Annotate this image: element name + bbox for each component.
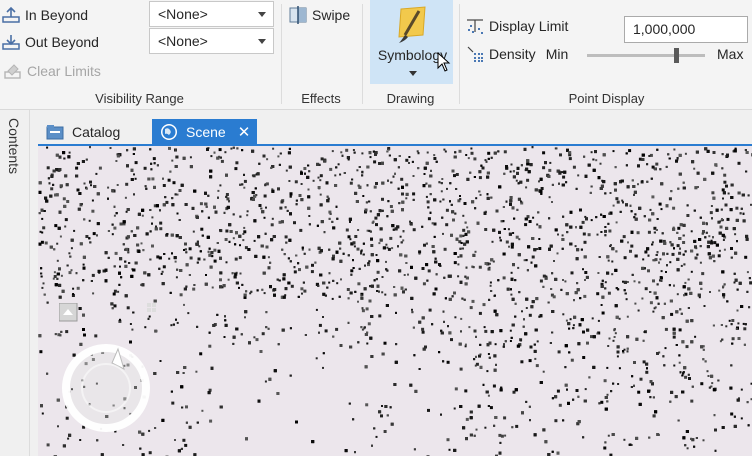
- display-limit-label-row: Display Limit: [466, 14, 568, 38]
- chevron-down-icon: [258, 39, 266, 44]
- contents-label[interactable]: Contents: [6, 118, 22, 174]
- navigator-toggle-icon[interactable]: [58, 302, 157, 330]
- ribbon: In Beyond Out Beyond Clear Limits <None>…: [0, 0, 752, 110]
- density-min-label: Min: [545, 46, 569, 62]
- in-beyond-button[interactable]: In Beyond: [2, 3, 88, 27]
- visibility-range-group-label: Visibility Range: [95, 91, 184, 106]
- navigator-icon[interactable]: [60, 343, 156, 442]
- mouse-cursor-icon: [437, 51, 451, 75]
- swipe-button[interactable]: Swipe: [289, 3, 350, 27]
- density-slider[interactable]: [587, 54, 705, 57]
- tab-scene[interactable]: Scene ✕: [152, 119, 257, 144]
- close-icon[interactable]: ✕: [238, 123, 251, 141]
- clear-limits-icon: [4, 62, 22, 80]
- density-slider-thumb[interactable]: [673, 48, 679, 63]
- drawing-group-label: Drawing: [386, 91, 435, 106]
- clear-limits-label: Clear Limits: [27, 63, 101, 79]
- display-limit-input[interactable]: 1,000,000: [624, 16, 748, 43]
- swipe-icon: [289, 6, 307, 24]
- point-display-group-label: Point Display: [568, 91, 645, 106]
- group-divider: [281, 4, 282, 104]
- out-beyond-value: <None>: [158, 33, 208, 49]
- in-beyond-label: In Beyond: [25, 7, 89, 23]
- chevron-down-icon: [258, 12, 266, 17]
- out-beyond-select[interactable]: <None>: [149, 28, 274, 54]
- chevron-down-icon: [409, 71, 417, 76]
- out-beyond-button[interactable]: Out Beyond: [2, 30, 99, 54]
- density-label-row: Density Min: [466, 42, 568, 66]
- display-limit-icon: [466, 17, 484, 35]
- in-beyond-value: <None>: [158, 6, 208, 22]
- tab-scene-label: Scene: [186, 123, 226, 140]
- density-icon: [466, 45, 484, 63]
- swipe-label: Swipe: [312, 7, 351, 23]
- group-divider: [459, 4, 460, 104]
- tab-catalog[interactable]: Catalog: [38, 119, 148, 144]
- out-beyond-icon: [2, 33, 20, 51]
- tab-catalog-label: Catalog: [72, 123, 121, 140]
- catalog-icon: [46, 123, 64, 141]
- clear-limits-button[interactable]: Clear Limits: [4, 59, 101, 83]
- effects-group-label: Effects: [301, 91, 341, 106]
- density-max-label: Max: [717, 46, 744, 62]
- paintbrush-icon: [395, 5, 431, 48]
- globe-icon: [160, 123, 178, 141]
- in-beyond-icon: [2, 6, 20, 24]
- density-label: Density: [489, 46, 536, 62]
- group-divider: [362, 4, 363, 104]
- display-limit-label: Display Limit: [489, 18, 569, 34]
- in-beyond-select[interactable]: <None>: [149, 1, 274, 27]
- out-beyond-label: Out Beyond: [25, 34, 99, 50]
